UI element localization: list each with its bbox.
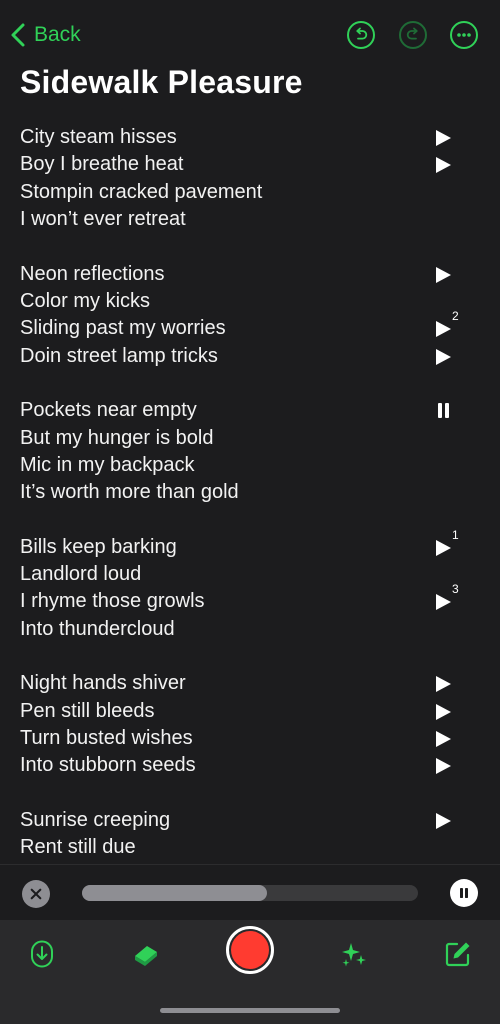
take-count-badge: 3	[452, 582, 459, 597]
lyric-line: Mic in my backpack	[0, 452, 500, 479]
lyric-line: But my hunger is bold	[0, 425, 500, 452]
lyric-text: City steam hisses	[20, 126, 177, 148]
lyric-line: Landlord loud	[0, 561, 500, 588]
download-button[interactable]	[20, 932, 64, 976]
back-label: Back	[34, 23, 81, 46]
navigation-bar: Back Sidewalk Pleasure	[0, 0, 500, 100]
lyric-text: Sliding past my worries	[20, 317, 226, 340]
lyric-text: Color my kicks	[20, 289, 151, 312]
compose-icon	[445, 942, 470, 967]
play-icon[interactable]	[436, 812, 451, 829]
redo-button[interactable]	[399, 21, 427, 49]
play-icon[interactable]	[436, 676, 451, 693]
play-icon[interactable]	[436, 703, 451, 720]
lyric-text: It’s worth more than gold	[20, 481, 239, 504]
lyric-text: Into thundercloud	[20, 617, 175, 640]
bottom-toolbar	[0, 920, 500, 1024]
lyric-text: Turn busted wishes	[20, 727, 193, 750]
lyric-text: I rhyme those growls	[20, 590, 205, 613]
lyric-line: Boy I breathe heat	[0, 151, 500, 178]
lyric-text: Pockets near empty	[20, 399, 197, 422]
library-button[interactable]	[124, 932, 168, 976]
back-button[interactable]: Back	[8, 20, 81, 50]
progress-fill	[82, 885, 267, 901]
lyric-line: Sunrise creeping	[0, 807, 500, 834]
lyric-text: I won’t ever retreat	[20, 208, 186, 231]
lyric-text: Rent still due	[20, 836, 136, 859]
progress-track[interactable]	[82, 885, 418, 901]
lyric-line: I rhyme those growls 3	[0, 582, 500, 615]
books-icon	[135, 946, 157, 966]
undo-button[interactable]	[347, 21, 375, 49]
lyric-line: City steam hisses	[0, 124, 500, 151]
more-icon	[457, 33, 471, 37]
lyric-text: Mic in my backpack	[20, 453, 195, 476]
stanza: Night hands shiver Pen still bleeds Turn b…	[0, 670, 500, 780]
close-icon	[30, 888, 42, 900]
lyric-line: Into thundercloud	[0, 616, 500, 643]
take-count-badge: 2	[452, 309, 459, 324]
lyric-text: Sunrise creeping	[20, 808, 171, 831]
play-icon[interactable]	[436, 758, 451, 775]
lyric-line: It’s worth more than gold	[0, 479, 500, 506]
player-bar	[0, 864, 500, 921]
lyric-text: Bills keep barking	[20, 535, 177, 558]
lyric-line: Turn busted wishes	[0, 725, 500, 752]
lyric-line: Sliding past my worries 2	[0, 309, 500, 342]
close-player-button[interactable]	[22, 880, 50, 908]
play-icon[interactable]	[436, 539, 451, 556]
sparkles-icon	[342, 943, 366, 967]
play-icon[interactable]	[436, 321, 451, 338]
lyric-text: Boy I breathe heat	[20, 153, 184, 176]
play-icon[interactable]	[436, 731, 451, 748]
lyric-text: Night hands shiver	[20, 672, 186, 695]
lyric-line: Stompin cracked pavement	[0, 179, 500, 206]
lyric-line: Rent still due	[0, 834, 500, 861]
record-button[interactable]	[226, 926, 274, 974]
lyric-line: Pen still bleeds	[0, 698, 500, 725]
stanza: Sunrise creeping Rent still due	[0, 807, 500, 862]
pause-icon	[460, 888, 468, 898]
more-button[interactable]	[450, 21, 478, 49]
play-icon[interactable]	[436, 348, 451, 365]
take-count-badge: 1	[452, 527, 459, 542]
play-icon[interactable]	[436, 266, 451, 283]
chevron-left-icon	[11, 23, 25, 47]
lyric-text: But my hunger is bold	[20, 426, 214, 449]
play-icon[interactable]	[436, 157, 451, 174]
lyric-line: I won’t ever retreat	[0, 206, 500, 233]
lyric-line: Neon reflections	[0, 261, 500, 288]
lyric-text: Doin street lamp tricks	[20, 344, 218, 367]
compose-button[interactable]	[436, 932, 480, 976]
lyric-line: Doin street lamp tricks	[0, 343, 500, 370]
song-title: Sidewalk Pleasure	[20, 64, 303, 100]
stanza: Bills keep barking 1 Landlord loud I rhyme …	[0, 528, 500, 644]
home-indicator	[160, 1008, 340, 1013]
stanza: City steam hisses Boy I breathe heat Stomp…	[0, 124, 500, 234]
record-icon	[231, 931, 269, 969]
stanza: Pockets near empty But my hunger is bold M…	[0, 397, 500, 507]
lyric-line: Into stubborn seeds	[0, 752, 500, 779]
lyric-line: Bills keep barking 1	[0, 528, 500, 561]
lyric-text: Into stubborn seeds	[20, 754, 196, 777]
play-icon[interactable]	[436, 130, 451, 146]
undo-icon	[356, 27, 368, 40]
lyrics-list: City steam hisses Boy I breathe heat Stomp…	[0, 124, 500, 864]
play-icon[interactable]	[436, 594, 451, 611]
lyric-text: Landlord loud	[20, 563, 142, 586]
player-pause-button[interactable]	[450, 879, 478, 907]
redo-icon	[406, 27, 418, 40]
ai-assist-button[interactable]	[332, 932, 376, 976]
lyric-line: Night hands shiver	[0, 670, 500, 697]
lyric-text: Neon reflections	[20, 262, 165, 285]
lyric-text: Pen still bleeds	[20, 699, 155, 722]
stanza: Neon reflections Color my kicks Sliding pa…	[0, 261, 500, 371]
lyric-line: Pockets near empty	[0, 397, 500, 424]
lyric-line: Color my kicks	[0, 288, 500, 315]
pause-icon[interactable]	[437, 403, 450, 419]
download-icon	[31, 940, 53, 968]
lyric-text: Stompin cracked pavement	[20, 180, 263, 203]
